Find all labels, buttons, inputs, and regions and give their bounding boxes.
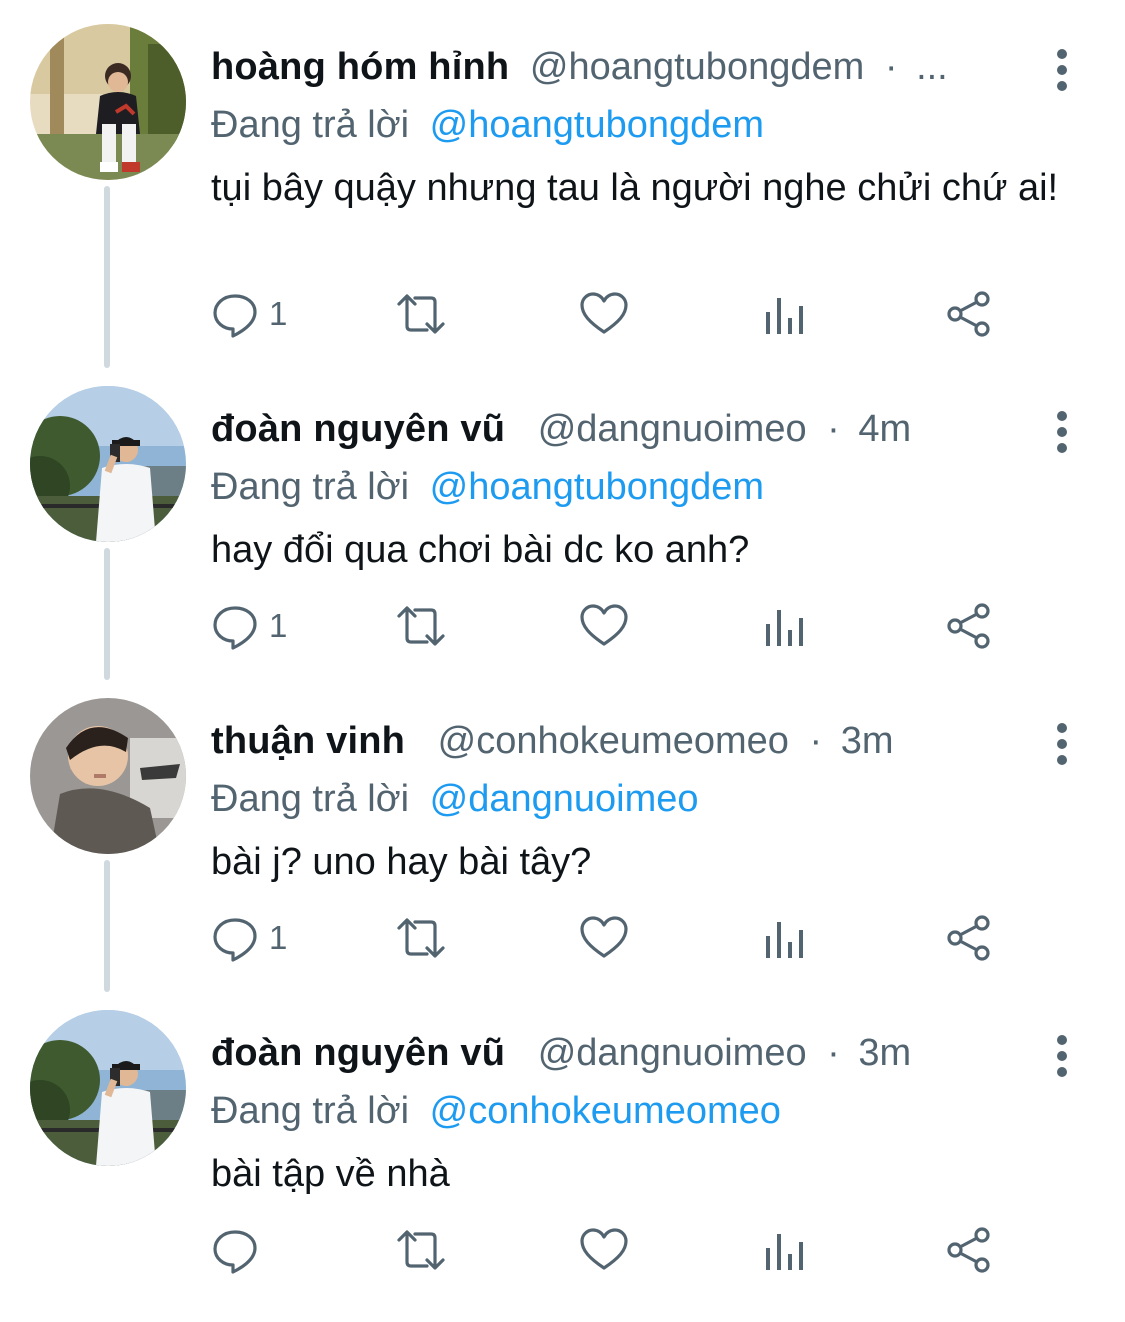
retweet-button[interactable]	[391, 286, 451, 342]
retweet-button[interactable]	[391, 910, 451, 966]
tweet-text: bài j? uno hay bài tây?	[211, 841, 592, 883]
user-handle[interactable]: @dangnuoimeo	[538, 408, 807, 450]
user-handle[interactable]: @conhokeumeomeo	[438, 720, 789, 762]
reply-button[interactable]: 1	[211, 286, 287, 342]
share-icon	[947, 291, 990, 337]
separator-dot: ·	[827, 1032, 840, 1074]
more-vertical-icon	[1057, 411, 1067, 453]
share-icon	[947, 1227, 990, 1273]
separator-dot: ·	[827, 408, 840, 450]
reply-bubble-icon	[213, 294, 257, 338]
reply-button[interactable]: 1	[211, 910, 287, 966]
display-name[interactable]: đoàn nguyên vũ	[211, 408, 505, 450]
tweet-header: đoàn nguyên vũ @dangnuoimeo · 4m	[211, 404, 1031, 454]
views-button[interactable]	[763, 286, 807, 342]
retweet-icon	[397, 918, 445, 958]
like-button[interactable]	[579, 910, 629, 966]
more-options-button[interactable]	[1042, 720, 1082, 768]
reply-bubble-icon	[213, 606, 257, 650]
user-handle[interactable]: @hoangtubongdem	[530, 46, 864, 88]
more-vertical-icon	[1057, 723, 1067, 765]
reply-button[interactable]: 1	[211, 598, 287, 654]
avatar[interactable]	[30, 698, 186, 854]
timestamp[interactable]: 3m	[858, 1032, 911, 1074]
retweet-icon	[397, 1230, 445, 1270]
tweet-actions: 1	[211, 286, 1011, 342]
replying-to-handle[interactable]: @hoangtubongdem	[430, 466, 764, 508]
views-bar-chart-icon	[766, 1234, 803, 1270]
tweet[interactable]: hoàng hóm hỉnh @hoangtubongdem · ... Đan…	[0, 24, 1125, 338]
separator-dot: ·	[809, 720, 823, 762]
replying-to: Đang trả lời @conhokeumeomeo	[211, 1086, 781, 1136]
tweet-text: hay đổi qua chơi bài dc ko anh?	[211, 529, 750, 571]
reply-bubble-icon	[213, 918, 257, 962]
replying-to: Đang trả lời @hoangtubongdem	[211, 462, 764, 512]
retweet-button[interactable]	[391, 598, 451, 654]
more-vertical-icon	[1057, 1035, 1067, 1077]
replying-to-label: Đang trả lời	[211, 466, 410, 508]
heart-icon	[580, 916, 628, 958]
user-handle[interactable]: @dangnuoimeo	[538, 1032, 807, 1074]
timestamp[interactable]: 4m	[858, 408, 911, 450]
separator-dot: ·	[884, 46, 898, 88]
more-options-button[interactable]	[1042, 1032, 1082, 1080]
like-button[interactable]	[579, 1222, 629, 1278]
more-vertical-icon	[1057, 49, 1067, 91]
more-options-button[interactable]	[1042, 408, 1082, 456]
tweet-actions: 1	[211, 910, 1011, 966]
share-button[interactable]	[945, 286, 993, 342]
views-bar-chart-icon	[766, 610, 803, 646]
reply-count: 1	[269, 295, 288, 332]
reply-bubble-icon	[213, 1230, 257, 1274]
heart-icon	[580, 604, 628, 646]
timestamp[interactable]: 3m	[841, 720, 894, 762]
tweet-header: hoàng hóm hỉnh @hoangtubongdem · ...	[211, 42, 1031, 92]
like-button[interactable]	[579, 286, 629, 342]
heart-icon	[580, 1228, 628, 1270]
retweet-button[interactable]	[391, 1222, 451, 1278]
tweet-text: bài tập về nhà	[211, 1153, 450, 1195]
like-button[interactable]	[579, 598, 629, 654]
timestamp[interactable]: ...	[916, 46, 948, 88]
replying-to-label: Đang trả lời	[211, 778, 410, 820]
display-name[interactable]: thuận vinh	[211, 720, 405, 762]
tweet-text: tụi bây quậy nhưng tau là người nghe chử…	[211, 167, 1059, 209]
reply-count: 1	[269, 607, 288, 644]
share-button[interactable]	[945, 910, 993, 966]
replying-to: Đang trả lời @hoangtubongdem	[211, 100, 764, 150]
views-button[interactable]	[763, 598, 807, 654]
replying-to-handle[interactable]: @hoangtubongdem	[430, 104, 764, 146]
views-button[interactable]	[763, 910, 807, 966]
reply-button[interactable]	[211, 1222, 269, 1278]
retweet-icon	[397, 294, 445, 334]
share-button[interactable]	[945, 598, 993, 654]
display-name[interactable]: đoàn nguyên vũ	[211, 1032, 505, 1074]
views-bar-chart-icon	[766, 922, 803, 958]
tweet-actions: 1	[211, 598, 1011, 654]
tweet[interactable]: đoàn nguyên vũ @dangnuoimeo · 4m Đang tr…	[0, 386, 1125, 698]
replying-to-label: Đang trả lời	[211, 104, 410, 146]
reply-count: 1	[269, 919, 288, 956]
replying-to: Đang trả lời @dangnuoimeo	[211, 774, 699, 824]
tweet-actions	[211, 1222, 1011, 1278]
replying-to-handle[interactable]: @conhokeumeomeo	[430, 1090, 781, 1132]
tweet[interactable]: thuận vinh @conhokeumeomeo · 3m Đang trả…	[0, 698, 1125, 1010]
replying-to-label: Đang trả lời	[211, 1090, 410, 1132]
retweet-icon	[397, 606, 445, 646]
views-bar-chart-icon	[766, 298, 803, 334]
share-icon	[947, 603, 990, 649]
views-button[interactable]	[763, 1222, 807, 1278]
share-icon	[947, 915, 990, 961]
display-name[interactable]: hoàng hóm hỉnh	[211, 46, 509, 88]
replying-to-handle[interactable]: @dangnuoimeo	[430, 778, 699, 820]
avatar[interactable]	[30, 386, 186, 542]
avatar[interactable]	[30, 1010, 186, 1166]
avatar[interactable]	[30, 24, 186, 180]
tweet-header: đoàn nguyên vũ @dangnuoimeo · 3m	[211, 1028, 1031, 1078]
more-options-button[interactable]	[1042, 46, 1082, 94]
heart-icon	[580, 292, 628, 334]
share-button[interactable]	[945, 1222, 993, 1278]
tweet-header: thuận vinh @conhokeumeomeo · 3m	[211, 716, 1031, 766]
tweet[interactable]: đoàn nguyên vũ @dangnuoimeo · 3m Đang tr…	[0, 1010, 1125, 1322]
